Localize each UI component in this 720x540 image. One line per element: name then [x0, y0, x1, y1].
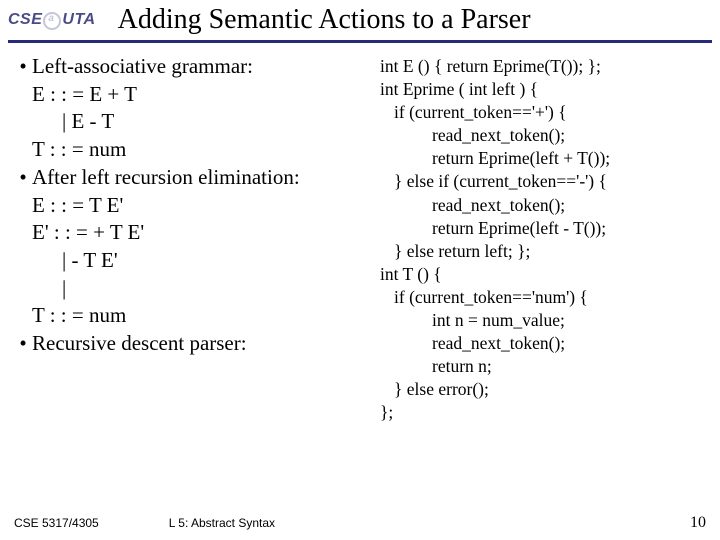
slide-body: • Left-associative grammar: E : : = E + … — [0, 43, 720, 483]
grammar-line: T : : = num — [14, 136, 374, 164]
logo-cse-text: CSE — [8, 11, 42, 29]
bullet-dot-icon: • — [14, 164, 32, 192]
logo: CSE UTA — [8, 11, 96, 29]
right-column: int E () { return Eprime(T()); }; int Ep… — [374, 53, 706, 483]
header: CSE UTA Adding Semantic Actions to a Par… — [0, 0, 720, 36]
grammar-line: | E - T — [14, 108, 374, 136]
code-line: return n; — [380, 355, 706, 378]
code-line: return Eprime(left - T()); — [380, 217, 706, 240]
slide-title: Adding Semantic Actions to a Parser — [118, 4, 531, 36]
bullet-1-text: Left-associative grammar: — [32, 53, 253, 81]
code-line: }; — [380, 401, 706, 424]
logo-uta-text: UTA — [62, 11, 95, 29]
bullet-dot-icon: • — [14, 53, 32, 81]
code-line: } else error(); — [380, 378, 706, 401]
bullet-3: • Recursive descent parser: — [14, 330, 374, 358]
code-line: } else if (current_token=='-') { — [380, 170, 706, 193]
code-line: int T () { — [380, 263, 706, 286]
bullet-dot-icon: • — [14, 330, 32, 358]
footer-course: CSE 5317/4305 — [14, 516, 99, 530]
left-column: • Left-associative grammar: E : : = E + … — [14, 53, 374, 483]
grammar-line: | - T E' — [14, 247, 374, 275]
grammar-line: E' : : = + T E' — [14, 219, 374, 247]
bullet-3-text: Recursive descent parser: — [32, 330, 247, 358]
code-line: int Eprime ( int left ) { — [380, 78, 706, 101]
footer-page-number: 10 — [690, 514, 706, 532]
grammar-line: T : : = num — [14, 302, 374, 330]
code-line: int n = num_value; — [380, 309, 706, 332]
code-line: read_next_token(); — [380, 332, 706, 355]
bullet-1: • Left-associative grammar: — [14, 53, 374, 81]
code-line: } else return left; }; — [380, 240, 706, 263]
code-line: if (current_token=='+') { — [380, 101, 706, 124]
code-line: return Eprime(left + T()); — [380, 147, 706, 170]
at-icon — [43, 12, 61, 30]
code-line: int E () { return Eprime(T()); }; — [380, 55, 706, 78]
bullet-2: • After left recursion elimination: — [14, 164, 374, 192]
grammar-line: E : : = E + T — [14, 81, 374, 109]
bullet-2-text: After left recursion elimination: — [32, 164, 300, 192]
code-line: read_next_token(); — [380, 124, 706, 147]
slide: CSE UTA Adding Semantic Actions to a Par… — [0, 0, 720, 540]
code-line: if (current_token=='num') { — [380, 286, 706, 309]
footer: CSE 5317/4305 L 5: Abstract Syntax 10 — [0, 514, 720, 532]
footer-lecture: L 5: Abstract Syntax — [169, 516, 275, 530]
code-line: read_next_token(); — [380, 194, 706, 217]
grammar-line: | — [14, 275, 374, 303]
grammar-line: E : : = T E' — [14, 192, 374, 220]
